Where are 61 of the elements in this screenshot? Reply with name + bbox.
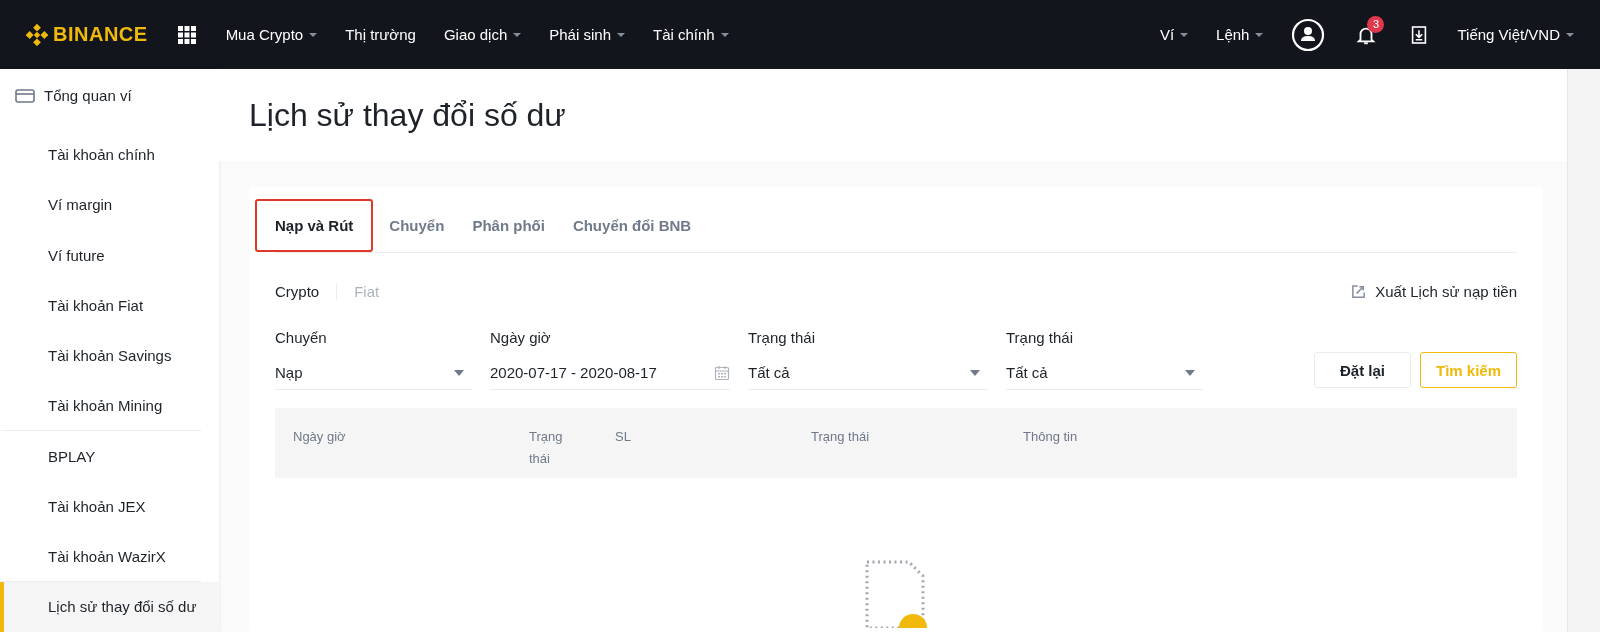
filter-label: Trạng thái: [748, 329, 816, 346]
sidebar-item[interactable]: Tài khoản Savings: [0, 330, 219, 381]
caret-icon: [309, 32, 318, 37]
sidebar-item[interactable]: Tài khoản chính: [0, 129, 219, 180]
export-icon: [1351, 283, 1367, 299]
column-header: Ngày giờ: [293, 428, 347, 446]
reset-button[interactable]: Đặt lại: [1314, 352, 1411, 388]
nav-menu-item[interactable]: Mua Crypto: [225, 26, 318, 43]
sidebar-item-label: Tổng quan ví: [44, 87, 132, 105]
sidebar-item[interactable]: Tổng quan ví: [0, 81, 219, 111]
nav-menu-item[interactable]: Thị trường: [345, 26, 416, 43]
column-header: Thông tin: [1023, 428, 1079, 446]
caret-icon: [970, 369, 980, 376]
caret-icon: [1180, 32, 1189, 37]
diamond-logo-icon: [26, 23, 48, 46]
user-profile-icon[interactable]: [1291, 17, 1326, 52]
tab[interactable]: Chuyển đổi BNB: [560, 199, 704, 252]
caret-icon: [617, 32, 625, 37]
sidebar-item[interactable]: Tài khoản WazirX: [0, 531, 201, 582]
sidebar-item[interactable]: Lịch sử thay đổi số dư: [0, 581, 219, 632]
select-field[interactable]: Tất cả: [1006, 356, 1203, 390]
tab[interactable]: Nạp và Rút: [255, 199, 374, 252]
sidebar-item[interactable]: Ví future: [0, 230, 219, 281]
date-range-field[interactable]: 2020-07-17 - 2020-08-17: [490, 356, 730, 390]
app-grid-icon[interactable]: [177, 25, 196, 44]
wallet-icon: [15, 87, 35, 104]
caret-icon: [513, 32, 522, 37]
nav-menu-item[interactable]: Giao dịch: [443, 26, 522, 43]
nav-menu-item[interactable]: Tài chính: [653, 26, 729, 43]
logo-text: BINANCE: [53, 23, 148, 46]
logo[interactable]: BINANCE: [26, 23, 148, 46]
column-header: Trạng thái: [529, 428, 564, 468]
sidebar-item[interactable]: Tài khoản Fiat: [0, 280, 219, 331]
scrollbar[interactable]: [1567, 69, 1600, 632]
language-selector[interactable]: Tiếng Việt/VND: [1457, 26, 1574, 43]
select-field[interactable]: Tất cả: [748, 356, 988, 390]
sidebar-item[interactable]: Tài khoản Mining: [0, 380, 201, 431]
filter-label: Trạng thái: [1006, 329, 1074, 346]
calendar-icon: [714, 364, 730, 381]
download-icon[interactable]: [1411, 24, 1428, 45]
column-header: SL: [615, 428, 632, 446]
sidebar-item[interactable]: Tài khoản JEX: [0, 481, 219, 532]
segment-tab[interactable]: Crypto: [275, 282, 337, 300]
caret-icon: [1185, 369, 1195, 376]
caret-icon: [454, 369, 464, 376]
caret-icon: [720, 32, 729, 37]
filter-label: Ngày giờ: [490, 329, 552, 346]
caret-icon: [1566, 32, 1574, 37]
select-field[interactable]: Nạp: [275, 356, 472, 390]
nav-menu-item[interactable]: Lệnh: [1216, 26, 1264, 43]
filter-label: Chuyển: [275, 329, 328, 346]
nav-menu-item[interactable]: Phái sinh: [549, 26, 625, 43]
column-header: Trạng thái: [811, 428, 871, 446]
caret-icon: [1255, 32, 1264, 37]
sidebar-item[interactable]: BPLAY: [0, 430, 219, 482]
page-title: Lịch sử thay đổi số dư: [249, 96, 566, 134]
nav-menu-item[interactable]: Ví: [1159, 26, 1189, 43]
tab[interactable]: Phân phối: [460, 199, 557, 252]
notification-badge: 3: [1367, 15, 1385, 33]
sidebar-item[interactable]: Ví margin: [0, 179, 219, 230]
tab[interactable]: Chuyển: [377, 199, 457, 252]
